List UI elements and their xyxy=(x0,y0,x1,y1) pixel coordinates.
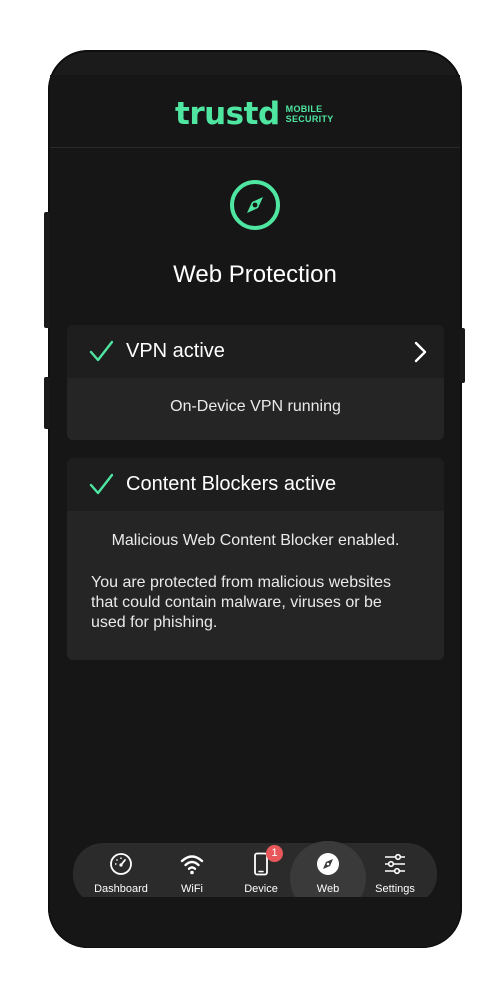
speedometer-icon xyxy=(110,853,132,875)
phone-bottom-bezel xyxy=(50,897,460,947)
check-icon xyxy=(89,473,113,495)
blocker-status-text: Malicious Web Content Blocker enabled. xyxy=(111,532,400,549)
wifi-icon xyxy=(180,855,204,875)
nav-item-device[interactable]: 1 Device xyxy=(226,843,296,897)
nav-label-dashboard: Dashboard xyxy=(94,883,148,895)
side-button-right xyxy=(460,328,465,383)
brand-subtitle-line2: SECURITY xyxy=(285,114,334,124)
chevron-right-icon[interactable] xyxy=(413,341,427,363)
content-blockers-card-body: Malicious Web Content Blocker enabled. Y… xyxy=(67,511,444,660)
sliders-icon xyxy=(385,853,405,875)
vpn-card-title: VPN active xyxy=(126,340,225,362)
blocker-description: You are protected from malicious website… xyxy=(91,574,391,631)
brand-name: trustd xyxy=(175,96,280,132)
brand-subtitle: MOBILE SECURITY xyxy=(286,104,334,124)
nav-label-web: Web xyxy=(316,883,340,895)
notification-badge: 1 xyxy=(266,845,283,862)
app-screen: trustd MOBILE SECURITY Web Protection VP… xyxy=(50,75,460,897)
vpn-card-header[interactable]: VPN active xyxy=(67,325,444,378)
compass-icon xyxy=(317,853,339,875)
content-blockers-card-title: Content Blockers active xyxy=(126,473,337,495)
bottom-nav: Dashboard WiFi 1 Device Web Settings xyxy=(73,841,437,897)
content-blockers-card-header: Content Blockers active xyxy=(67,458,444,511)
content-blockers-card: Content Blockers active Malicious Web Co… xyxy=(67,458,444,660)
brand-subtitle-line1: MOBILE xyxy=(285,104,323,114)
vpn-status-text: On-Device VPN running xyxy=(170,398,341,415)
nav-item-settings[interactable]: Settings xyxy=(360,843,430,897)
nav-label-device: Device xyxy=(244,883,278,895)
nav-item-dashboard[interactable]: Dashboard xyxy=(86,843,156,897)
vpn-card-body: On-Device VPN running xyxy=(67,378,444,440)
app-header: trustd MOBILE SECURITY xyxy=(50,75,460,148)
nav-item-web[interactable]: Web xyxy=(293,843,363,897)
compass-icon xyxy=(230,180,280,230)
check-icon xyxy=(89,340,113,362)
nav-label-settings: Settings xyxy=(375,883,415,895)
vpn-card: VPN active On-Device VPN running xyxy=(67,325,444,440)
nav-label-wifi: WiFi xyxy=(181,883,203,895)
brand-logo: trustd MOBILE SECURITY xyxy=(175,97,334,131)
page-title: Web Protection xyxy=(173,261,337,288)
nav-item-wifi[interactable]: WiFi xyxy=(157,843,227,897)
